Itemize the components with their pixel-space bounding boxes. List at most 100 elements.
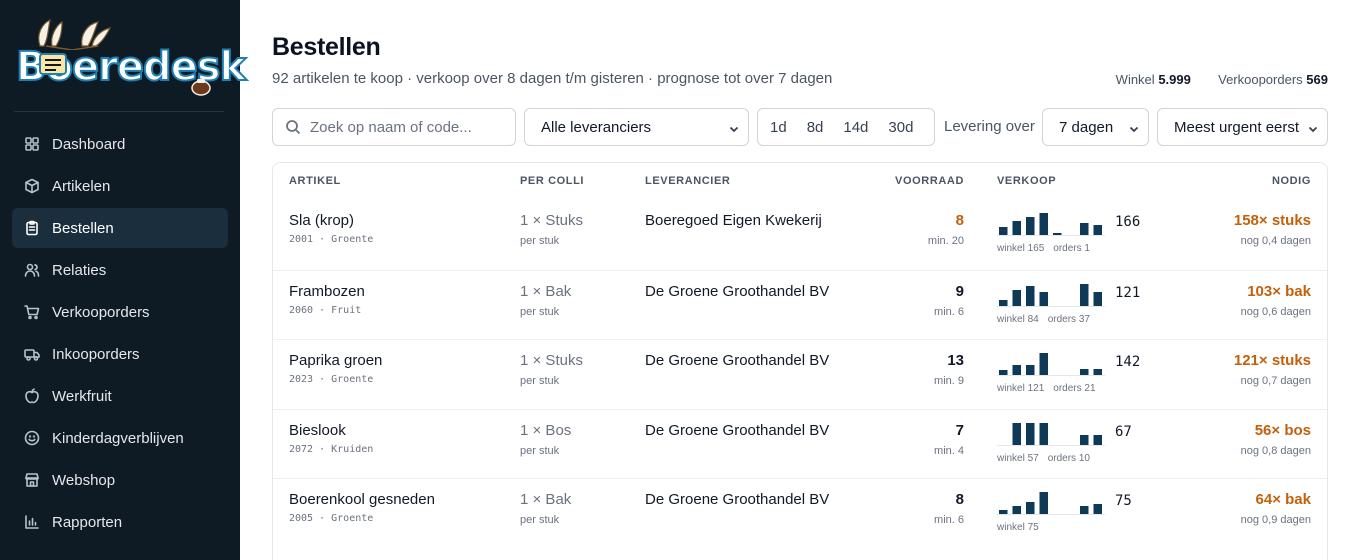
sidebar-item-dashboard[interactable]: Dashboard [12,124,228,164]
need-value: 64× bak [1255,491,1311,508]
colli-value: 1 × Bak [520,491,572,508]
colli-unit: per stuk [520,444,560,457]
sparkline-bar [1080,369,1089,375]
sparkline-bar [1026,422,1035,445]
truck-icon [24,346,40,362]
sort-select[interactable]: Meest urgent eerst [1157,108,1328,146]
sidebar-item-relaties[interactable]: Relaties [12,250,228,290]
sales-sparkline [997,213,1105,236]
delivery-select[interactable]: 7 dagen [1042,108,1149,146]
sidebar-item-rapporten[interactable]: Rapporten [12,502,228,542]
article-name[interactable]: Boerenkool gesneden [289,491,435,508]
sparkline-bar [1093,225,1102,235]
article-code: 2072 · Kruiden [289,443,374,455]
sidebar-item-bestellen[interactable]: Bestellen [12,208,228,248]
header-artikel[interactable]: ARTIKEL [289,175,341,187]
supplier-select[interactable]: Alle leveranciers [524,108,749,146]
table-row[interactable]: Paprika groen 2023 · Groente 1 × Stuks p… [273,339,1327,408]
sparkline-bar [1012,289,1021,306]
sales-total: 75 [1115,493,1132,509]
verkooporders-label: Verkooporders [1218,72,1303,87]
sales-sparkline [997,283,1105,307]
sidebar-item-inkooporders[interactable]: Inkooporders [12,334,228,374]
sidebar-item-verkooporders[interactable]: Verkooporders [12,292,228,332]
header-per-colli[interactable]: PER COLLI [520,175,584,187]
sales-total: 142 [1115,354,1141,370]
dashboard-icon [24,136,40,152]
article-name[interactable]: Frambozen [289,283,365,300]
sidebar: Boeredesk Dashboard Artikelen Bestellen … [0,0,247,560]
sidebar-item-artikelen[interactable]: Artikelen [12,166,228,206]
sales-orders: orders 21 [1053,383,1096,394]
sales-total: 67 [1115,423,1132,440]
stock-value: 9 [955,282,964,300]
sparkline-bar [1080,223,1089,235]
supplier-name: De Groene Groothandel BV [645,491,830,508]
table-row[interactable]: Bieslook 2072 · Kruiden 1 × Bos per stuk… [273,408,1327,478]
sales-orders: orders 1 [1053,243,1090,254]
sales-sparkline [997,422,1105,446]
main-content: Bestellen 92 artikelen te koop · verkoop… [272,0,1328,560]
toolbar: Alle leveranciers 1d 8d 14d 30d Levering… [272,108,1328,146]
supplier-name: De Groene Groothandel BV [645,282,830,300]
sales-total: 166 [1115,214,1141,230]
supplier-select-value: Alle leveranciers [541,118,652,136]
sales-breakdown: winkel 84 orders 37 [997,314,1090,325]
colli-value: 1 × Bos [520,421,572,439]
period-30d-button[interactable]: 30d [878,119,923,136]
table-row[interactable]: Frambozen 2060 · Fruit 1 × Bak per stuk … [273,269,1327,339]
article-code: 2023 · Groente [289,374,374,385]
colli-value: 1 × Bak [520,282,572,300]
sparkline-bar [1039,422,1048,445]
article-name[interactable]: Paprika groen [289,352,382,369]
sales-orders: orders 37 [1047,313,1090,325]
cart-icon [24,304,40,320]
sidebar-item-werkfruit[interactable]: Werkfruit [12,376,228,416]
stock-min: min. 6 [934,514,964,526]
sidebar-item-label: Webshop [52,471,116,489]
colli-value: 1 × Stuks [520,212,583,229]
stock-min: min. 9 [934,375,964,387]
article-name[interactable]: Sla (krop) [289,212,354,229]
stock-min: min. 6 [934,305,964,318]
header-leverancier[interactable]: LEVERANCIER [645,175,730,187]
article-code: 2060 · Fruit [289,304,362,316]
table-row[interactable]: Boerenkool gesneden 2005 · Groente 1 × B… [273,478,1327,547]
app-logo[interactable]: Boeredesk [14,16,247,98]
table-row[interactable]: Sla (krop) 2001 · Groente 1 × Stuks per … [273,200,1327,269]
sidebar-item-webshop[interactable]: Webshop [12,460,228,500]
period-1d-button[interactable]: 1d [758,119,797,136]
header-voorraad[interactable]: VOORRAAD [895,175,964,187]
chart-icon [24,514,40,530]
period-segmented-control: 1d 8d 14d 30d [757,108,935,146]
header-nodig[interactable]: NODIG [1272,175,1311,187]
apple-icon [24,388,40,404]
article-name[interactable]: Bieslook [289,422,346,439]
colli-unit: per stuk [520,305,560,318]
sales-breakdown: winkel 165 orders 1 [997,243,1090,254]
sidebar-item-label: Rapporten [52,513,123,531]
sparkline-bar [1026,365,1035,375]
sales-winkel: winkel 75 [997,522,1039,533]
sales-sparkline [997,492,1105,515]
sidebar-item-label: Inkooporders [52,345,140,363]
sparkline-bar [999,370,1008,375]
sparkline-bar [1026,285,1035,306]
sparkline-bar [1039,492,1048,514]
need-days: nog 0,4 dagen [1240,235,1311,247]
stock-value: 8 [955,491,964,508]
article-code: 2005 · Groente [289,513,374,524]
sales-winkel: winkel 84 [997,313,1039,325]
delivery-select-value: 7 dagen [1059,118,1114,136]
sidebar-item-kinderdagverblijven[interactable]: Kinderdagverblijven [12,418,228,458]
sparkline-bar [1012,422,1021,445]
period-14d-button[interactable]: 14d [833,119,878,136]
supplier-name: Boeregoed Eigen Kwekerij [645,212,822,229]
header-verkoop[interactable]: VERKOOP [997,175,1056,187]
verkooporders-value: 569 [1306,72,1328,87]
need-value: 56× bos [1254,421,1311,439]
search-box[interactable] [272,108,516,146]
sales-winkel: winkel 57 [997,452,1039,464]
search-input[interactable] [310,118,500,136]
period-8d-button[interactable]: 8d [797,119,834,136]
